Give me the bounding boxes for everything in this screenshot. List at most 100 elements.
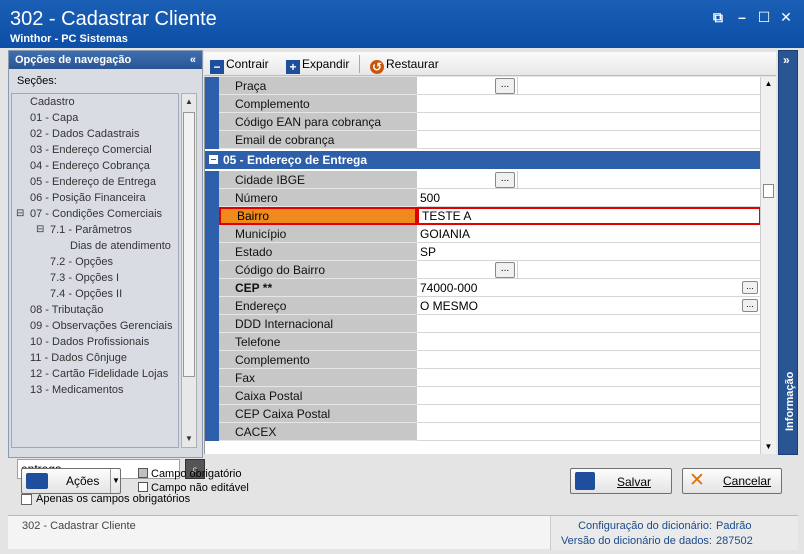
grid-row[interactable]: Estado SP [205,243,760,261]
lookup-button[interactable]: ... [495,78,515,94]
window-title: 302 - Cadastrar Cliente [10,8,217,30]
field-value[interactable] [417,405,760,423]
grid-row[interactable]: Município GOIANIA [205,225,760,243]
ellipsis-button[interactable]: ... [742,281,758,294]
chevron-down-icon[interactable]: ▼ [110,469,121,493]
title-bar: 302 - Cadastrar Cliente Winthor - PC Sis… [0,0,804,48]
restore-button[interactable]: ↺ Restaurar [370,56,439,74]
tree-item[interactable]: 10 - Dados Profissionais [12,334,178,350]
grid-row[interactable]: Fax [205,369,760,387]
field-value[interactable]: GOIANIA [417,225,760,243]
tree-item[interactable]: 13 - Medicamentos [12,382,178,398]
scroll-down-icon[interactable]: ▼ [761,440,776,454]
grid-row[interactable]: DDD Internacional [205,315,760,333]
tree-item[interactable]: 7.4 - Opções II [12,286,178,302]
tree-item[interactable]: 12 - Cartão Fidelidade Lojas [12,366,178,382]
expand-button[interactable]: + Expandir [286,56,349,74]
grid-row[interactable]: Telefone [205,333,760,351]
field-value[interactable] [417,113,760,131]
field-value[interactable] [417,95,760,113]
tree-item[interactable]: 03 - Endereço Comercial [12,142,178,158]
grid-row[interactable]: Código do Bairro... [205,261,760,279]
close-button[interactable]: ✕ [778,9,794,25]
grid-row[interactable]: Complemento [205,95,760,113]
tree-item[interactable]: 02 - Dados Cadastrais [12,126,178,142]
row-strip [205,315,219,333]
grid-row[interactable]: Cidade IBGE... [205,171,760,189]
grid-scrollbar[interactable]: ▲ ▼ [760,77,776,454]
tree-scrollbar[interactable]: ▲ ▼ [181,93,197,448]
grid-row[interactable]: Código EAN para cobrança [205,113,760,131]
scroll-up-icon[interactable]: ▲ [761,77,776,91]
tree-item[interactable]: ⊟ 07 - Condições Comerciais [12,206,178,222]
grid-row[interactable]: Bairro TESTE A [205,207,760,225]
grid-row[interactable]: CEP ** 74000-000... [205,279,760,297]
scroll-down-icon[interactable]: ▼ [182,431,196,447]
grid-row[interactable]: Email de cobrança [205,131,760,149]
tree-item-label: 02 - Dados Cadastrais [30,128,140,140]
grid-row[interactable]: Endereço O MESMO... [205,297,760,315]
tree-item[interactable]: 09 - Observações Gerenciais [12,318,178,334]
tree-item[interactable]: 04 - Endereço Cobrança [12,158,178,174]
tree-item[interactable]: 08 - Tributação [12,302,178,318]
minimize-button[interactable]: – [734,9,750,25]
collapse-section-icon[interactable] [209,155,218,164]
property-grid[interactable]: Praça... Complemento Código EAN para cobra… [204,77,760,454]
grid-row[interactable]: CACEX [205,423,760,441]
tree-item[interactable]: 7.3 - Opções I [12,270,178,286]
tree-item[interactable]: 06 - Posição Financeira [12,190,178,206]
field-label: CACEX [219,423,417,441]
scroll-thumb[interactable] [183,112,195,377]
save-button[interactable]: Salvar [570,468,672,494]
cancel-button[interactable]: ✕ Cancelar [682,468,782,494]
actions-button[interactable]: Ações ▼ [21,468,121,494]
tree-item[interactable]: Cadastro [12,94,178,110]
tree-expander-icon[interactable]: ⊟ [16,206,24,222]
field-value[interactable] [417,369,760,387]
tree-item[interactable]: 7.2 - Opções [12,254,178,270]
lookup-button[interactable]: ... [495,172,515,188]
collapse-left-icon[interactable]: « [190,51,196,69]
field-value[interactable] [417,387,760,405]
field-value[interactable] [417,333,760,351]
tree-item[interactable]: ⊟ 7.1 - Parâmetros [12,222,178,238]
collapse-button[interactable]: − Contrair [210,56,269,74]
scroll-thumb[interactable] [763,184,774,198]
expand-right-icon[interactable]: » [783,53,790,67]
field-value[interactable]: SP [417,243,760,261]
ellipsis-button[interactable]: ... [742,299,758,312]
field-value[interactable] [417,261,760,279]
field-value[interactable] [417,315,760,333]
section-header[interactable]: 05 - Endereço de Entrega [205,151,760,169]
field-value[interactable] [417,423,760,441]
field-value[interactable]: TESTE A [417,207,760,225]
field-value[interactable]: O MESMO [417,297,760,315]
field-value[interactable] [417,351,760,369]
info-panel[interactable]: » Informação [778,50,798,455]
field-value[interactable] [417,77,760,95]
maximize-button[interactable]: ☐ [756,9,772,25]
restore-icon[interactable]: ⧉ [710,9,726,25]
grid-row[interactable]: Praça... [205,77,760,95]
field-value[interactable]: 500 [417,189,760,207]
field-label: Fax [219,369,417,387]
scroll-up-icon[interactable]: ▲ [182,94,196,110]
tree-expander-icon[interactable]: ⊟ [36,222,44,238]
checkbox-box[interactable] [21,493,32,505]
dict-version-label: Versão do dicionário de dados: [560,535,712,547]
tree-item[interactable]: Dias de atendimento [12,238,178,254]
lookup-button[interactable]: ... [495,262,515,278]
tree-item[interactable]: 01 - Capa [12,110,178,126]
readonly-swatch [138,482,148,492]
field-value[interactable] [417,131,760,149]
grid-row[interactable]: Número 500 [205,189,760,207]
grid-row[interactable]: Caixa Postal [205,387,760,405]
navigation-header-label: Opções de navegação [15,54,132,66]
tree-item[interactable]: 11 - Dados Cônjuge [12,350,178,366]
tree-item[interactable]: 05 - Endereço de Entrega [12,174,178,190]
field-value[interactable]: 74000-000 [417,279,760,297]
grid-row[interactable]: Complemento [205,351,760,369]
sections-tree[interactable]: Cadastro 01 - Capa 02 - Dados Cadastrais 03… [11,93,179,448]
field-value[interactable] [417,171,760,189]
grid-row[interactable]: CEP Caixa Postal [205,405,760,423]
